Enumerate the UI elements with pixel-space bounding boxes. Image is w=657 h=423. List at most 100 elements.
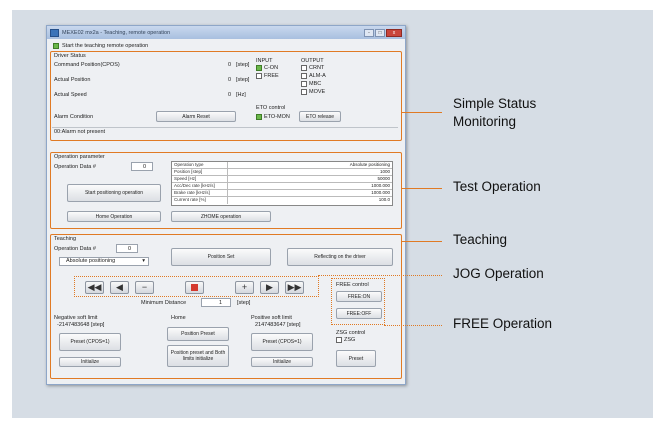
eto-mon-indicator: [256, 114, 262, 120]
mode-select[interactable]: Absolute positioning ▾: [59, 257, 149, 266]
output-crnt-label: CRNT: [309, 65, 325, 71]
eto-release-button[interactable]: ETO release: [299, 111, 341, 122]
preset-cpos-negative-button[interactable]: Preset (CPOS=1): [59, 333, 121, 351]
actual-position-label: Actual Position: [54, 77, 91, 83]
table-row: Acc/Dec rate [kHz/s] 1000.000: [172, 183, 392, 190]
output-mbc-indicator: [301, 81, 307, 87]
simple-status-callout: Simple Status Monitoring: [453, 96, 537, 129]
position-preset-both-button[interactable]: Position preset and Both limits initiali…: [167, 345, 229, 367]
input-free-label: FREE: [264, 73, 279, 79]
input-free-indicator: [256, 73, 262, 79]
output-mbc-label: MBC: [309, 81, 322, 87]
alarm-reset-button[interactable]: Alarm Reset: [156, 111, 236, 122]
op-data-value: 0: [142, 164, 146, 170]
table-row: Operation type Absolute positioning: [172, 162, 392, 169]
op-data-label: Operation Data #: [54, 164, 96, 170]
initialize-negative-button[interactable]: Initialize: [59, 357, 121, 367]
driver-status-title: Driver Status: [54, 53, 86, 59]
reflect-driver-button[interactable]: Reflecting on the driver: [287, 248, 393, 266]
output-alm-a-label: ALM-A: [309, 73, 326, 79]
table-key: Position [step]: [172, 169, 228, 175]
table-key: Current rate [%]: [172, 197, 228, 204]
table-value: 50000: [377, 176, 390, 181]
chevron-down-icon: ▾: [142, 258, 145, 264]
table-row: Brake rate [kHz/s] 1000.000: [172, 190, 392, 197]
output-crnt-indicator: [301, 65, 307, 71]
position-set-button[interactable]: Position Set: [171, 248, 271, 266]
output-alm-a-indicator: [301, 73, 307, 79]
actual-speed-label: Actual Speed: [54, 92, 87, 98]
teaching-op-data-stepper[interactable]: 0: [116, 244, 138, 253]
min-distance-label: Minimum Distance: [141, 300, 187, 306]
min-distance-value: 1: [218, 300, 222, 306]
min-distance-stepper[interactable]: 1: [201, 298, 231, 307]
app-window: MEXE02 mx2a - Teaching, remote operation…: [46, 25, 406, 385]
zsg-label: ZSG: [344, 337, 356, 343]
mode-select-value: Absolute positioning: [66, 258, 116, 264]
op-data-stepper[interactable]: 0: [131, 162, 153, 171]
table-key: Acc/Dec rate [kHz/s]: [172, 183, 228, 189]
table-row: Speed [Hz] 50000: [172, 176, 392, 183]
actual-speed-unit: [Hz]: [236, 92, 246, 98]
actual-position-unit: [step]: [236, 77, 250, 83]
free-operation-callout: FREE Operation: [453, 316, 553, 331]
app-icon: [50, 28, 59, 37]
initialize-positive-button[interactable]: Initialize: [251, 357, 313, 367]
table-key: Operation type: [172, 162, 228, 168]
position-preset-button[interactable]: Position Preset: [167, 327, 229, 341]
minimize-button[interactable]: -: [364, 28, 374, 37]
output-title: OUTPUT: [301, 58, 324, 64]
zsg-indicator: [336, 337, 342, 343]
negative-soft-limit-label: Negative soft limit: [54, 315, 98, 321]
operation-parameter-table: Operation type Absolute positioning Positi…: [171, 161, 393, 206]
home-operation-button[interactable]: Home Operation: [67, 211, 161, 222]
table-key: Speed [Hz]: [172, 176, 228, 182]
command-position-value: 0: [227, 62, 231, 68]
free-highlight-box: [331, 278, 385, 325]
maximize-button[interactable]: □: [375, 28, 385, 37]
command-position-label: Command Position(CPOS): [54, 62, 120, 68]
zhome-operation-button[interactable]: ZHOME operation: [171, 211, 271, 222]
actual-position-value: 0: [227, 77, 231, 83]
input-c-on-indicator: [256, 65, 262, 71]
driver-status-section: Driver Status Command Position(CPOS) 0 […: [50, 51, 402, 141]
output-move-indicator: [301, 89, 307, 95]
eto-control-title: ETO control: [256, 105, 286, 111]
close-button[interactable]: x: [386, 28, 402, 37]
alarm-message: 00:Alarm not present: [54, 129, 106, 135]
window-title: MEXE02 mx2a - Teaching, remote operation: [62, 29, 171, 36]
teaching-op-data-value: 0: [127, 246, 131, 252]
zsg-control-title: ZSG control: [336, 330, 366, 336]
actual-speed-value: 0: [227, 92, 231, 98]
positive-soft-limit-value: 2147483647 [step]: [255, 322, 301, 328]
test-operation-callout: Test Operation: [453, 179, 541, 194]
title-bar: MEXE02 mx2a - Teaching, remote operation…: [47, 26, 405, 39]
input-title: INPUT: [256, 58, 273, 64]
table-value: Absolute positioning: [349, 162, 390, 167]
alarm-condition-label: Alarm Condition: [54, 114, 94, 120]
output-move-label: MOVE: [309, 89, 326, 95]
table-value: 1000: [379, 169, 390, 174]
table-row: Position [step] 1000: [172, 169, 392, 176]
eto-mon-label: ETO-MON: [264, 114, 290, 120]
teaching-callout: Teaching: [453, 232, 508, 247]
alarm-divider: [52, 127, 398, 128]
operation-parameter-title: Operation parameter: [54, 154, 105, 160]
free-operation-callout-line: [384, 325, 442, 326]
table-value: 1000.000: [371, 183, 390, 188]
command-position-unit: [step]: [236, 62, 250, 68]
teaching-op-data-label: Operation Data #: [54, 246, 96, 252]
simple-status-callout-line: [402, 112, 442, 113]
table-row: Current rate [%] 100.0: [172, 197, 392, 204]
start-positioning-button[interactable]: Start positioning operation: [67, 184, 161, 202]
jog-operation-callout: JOG Operation: [453, 266, 544, 281]
min-distance-unit: [step]: [237, 300, 251, 306]
start-teaching-checkbox[interactable]: [53, 43, 59, 49]
table-value: 100.0: [378, 197, 390, 202]
preset-cpos-positive-button[interactable]: Preset (CPOS=1): [251, 333, 313, 351]
positive-soft-limit-label: Positive soft limit: [251, 315, 292, 321]
table-key: Brake rate [kHz/s]: [172, 190, 228, 196]
zsg-preset-button[interactable]: Preset: [336, 350, 376, 367]
input-c-on-label: C-ON: [264, 65, 279, 71]
jog-highlight-box: [74, 276, 319, 297]
